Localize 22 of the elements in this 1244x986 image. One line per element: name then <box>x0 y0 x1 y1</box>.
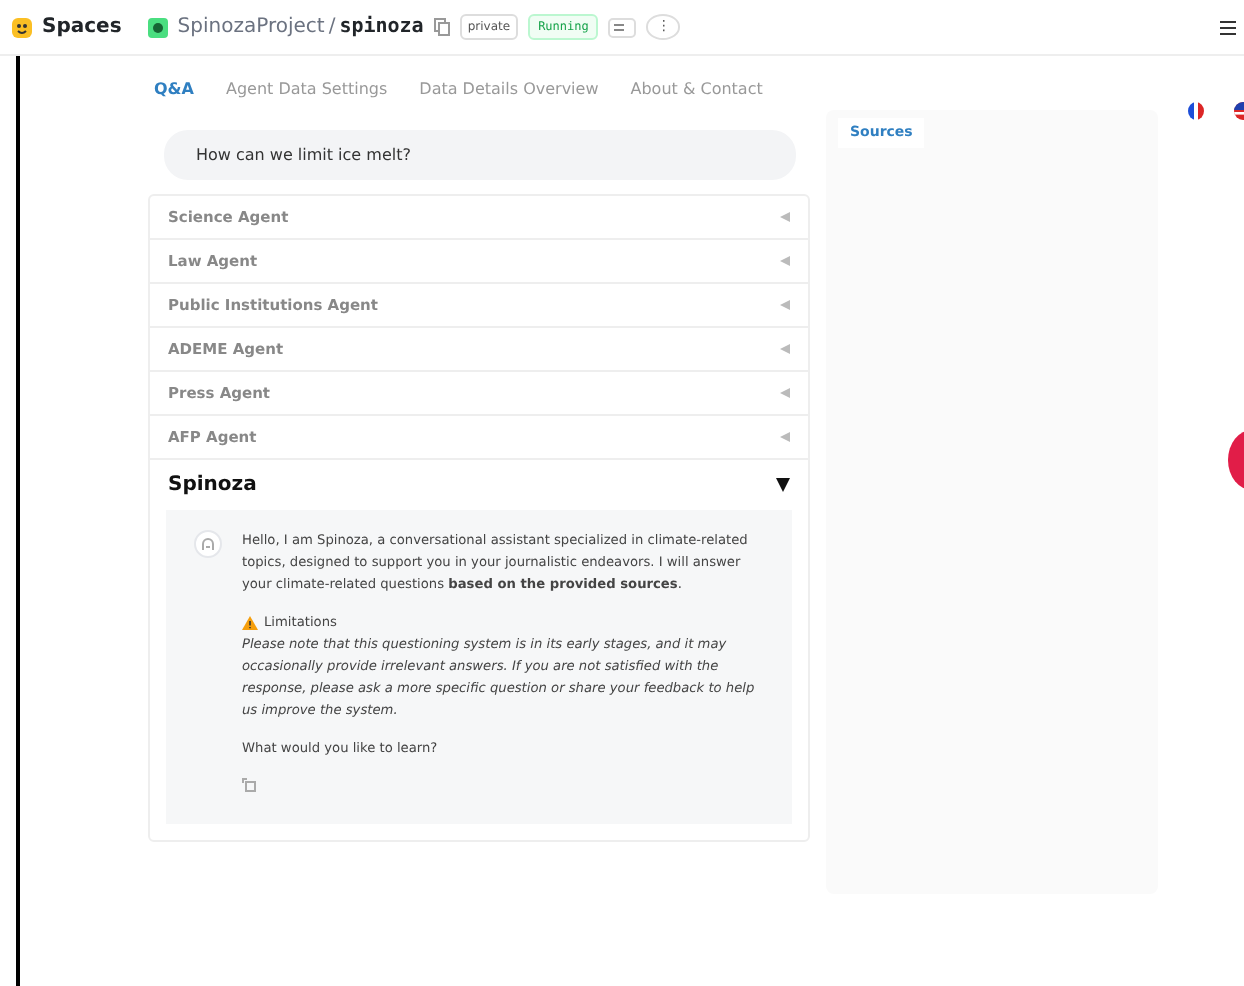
question-field[interactable]: How can we limit ice melt? <box>164 130 796 180</box>
us-flag-icon[interactable] <box>1234 102 1244 120</box>
repo-link[interactable]: spinoza <box>339 12 424 42</box>
tab[interactable]: Q&A <box>154 78 194 102</box>
bot-avatar-icon <box>194 530 222 558</box>
accordion-header[interactable]: Spinoza <box>150 460 808 510</box>
warning-icon <box>242 615 258 630</box>
avatar-icon <box>147 17 168 37</box>
list-icon[interactable] <box>608 17 637 37</box>
tab[interactable]: About & Contact <box>630 78 763 102</box>
spaces-link[interactable]: Spaces <box>42 12 122 42</box>
tab[interactable]: Data Details Overview <box>419 78 599 102</box>
tab[interactable]: Agent Data Settings <box>225 78 388 102</box>
spaces-logo-icon <box>12 17 32 37</box>
caret-icon[interactable] <box>776 478 790 492</box>
menu-icon[interactable] <box>1220 19 1236 35</box>
path-separator: / <box>328 14 336 42</box>
panel-title: Spinoza <box>168 472 257 500</box>
copy-icon[interactable] <box>433 18 450 36</box>
copy-icon[interactable] <box>242 777 256 792</box>
owner-link[interactable]: SpinozaProject <box>177 12 325 42</box>
french-flag-icon[interactable] <box>1188 102 1204 120</box>
